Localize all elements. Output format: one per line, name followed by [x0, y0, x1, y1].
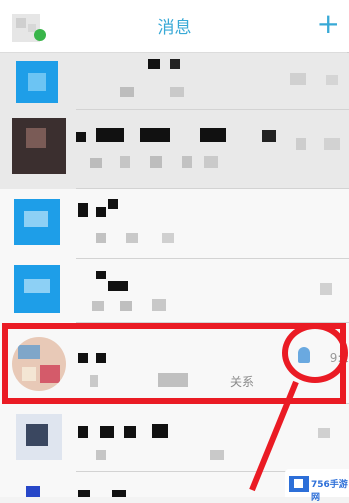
annotation-arrow — [249, 380, 299, 492]
watermark-text: 756手游网 — [311, 480, 348, 503]
logo-icon — [289, 476, 309, 492]
site-watermark: 756手游网 — [285, 469, 349, 503]
